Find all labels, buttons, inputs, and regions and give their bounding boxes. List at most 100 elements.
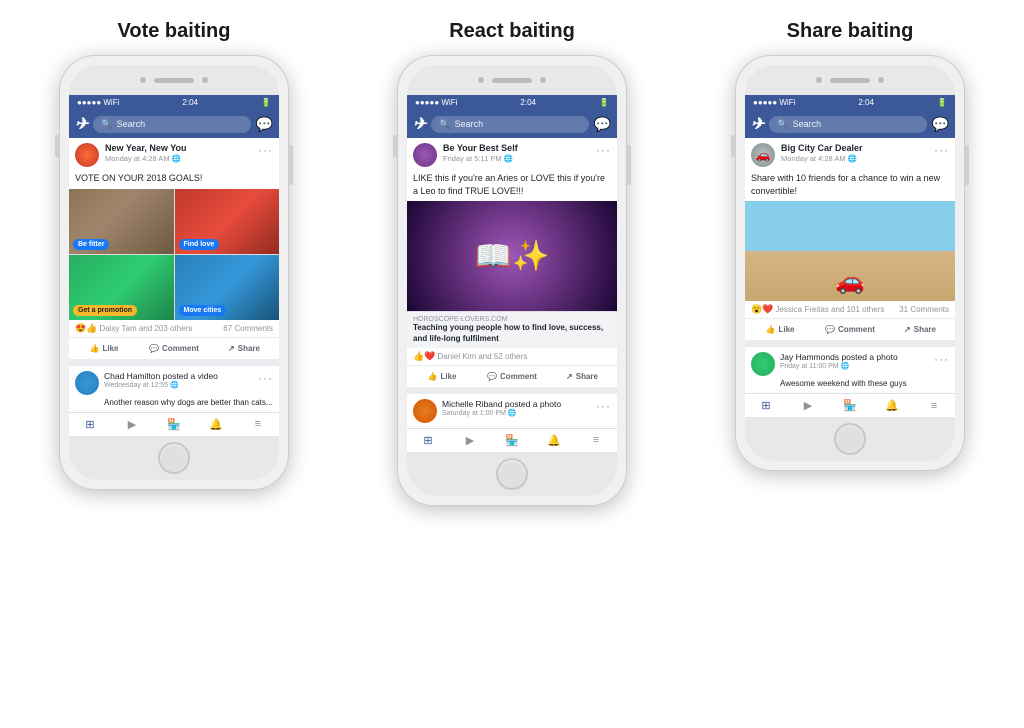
post-more-2[interactable]: ···	[596, 143, 611, 157]
reaction-names-2: Daniel Kim and 52 others	[437, 352, 527, 361]
label-promotion[interactable]: Get a promotion	[73, 305, 137, 316]
phone-screen-1: ●●●●● WiFi 2:04 🔋 ✈ 🔍 Search	[69, 95, 279, 436]
post-author-3: Big City Car Dealer	[781, 143, 928, 154]
post-image-grid-1: Be fitter Find love Get a promotion	[69, 189, 279, 320]
link-domain: HOROSCOPE-LOVERS.COM	[413, 316, 611, 323]
search-bar-3[interactable]: 🔍 Search	[769, 116, 926, 133]
messenger-icon-3[interactable]: 💬	[932, 116, 949, 133]
avatar-newyear	[75, 143, 99, 167]
post-more-1[interactable]: ···	[258, 143, 273, 157]
reaction-names-3: Jessica Freitas and 101 others	[775, 305, 884, 314]
post-1: New Year, New You Monday at 4:28 AM 🌐 ··…	[69, 138, 279, 366]
link-title: Teaching young people how to find love, …	[413, 323, 611, 344]
nav-marketplace-3[interactable]: 🏪	[829, 399, 871, 412]
secondary-post-2: Michelle Riband posted a photo Saturday …	[407, 394, 617, 428]
nav-menu-1[interactable]: ≡	[237, 418, 279, 431]
nav-notif-2[interactable]: 🔔	[533, 434, 575, 447]
time-3: 2:04	[858, 98, 874, 107]
home-button-3[interactable]	[834, 423, 866, 455]
post-author-2: Be Your Best Self	[443, 143, 590, 154]
home-button-1[interactable]	[158, 442, 190, 474]
secondary-post-1: Chad Hamilton posted a video Wednesday a…	[69, 366, 279, 412]
secondary-post-header-3: Jay Hammonds posted a photo Friday at 11…	[751, 352, 949, 376]
bottom-nav-1: ⊞ ▶ 🏪 🔔 ≡	[69, 412, 279, 436]
status-bar-1: ●●●●● WiFi 2:04 🔋	[69, 95, 279, 110]
like-button-2[interactable]: 👍 Like	[407, 368, 477, 385]
share-button-2[interactable]: ↗ Share	[547, 368, 617, 385]
messenger-icon-2[interactable]: 💬	[594, 116, 611, 133]
home-button-2[interactable]	[496, 458, 528, 490]
fb-logo-1: ✈	[75, 114, 88, 134]
secondary-more-1[interactable]: ···	[258, 371, 273, 385]
phone-shell-1: ●●●●● WiFi 2:04 🔋 ✈ 🔍 Search	[59, 55, 289, 490]
share-icon-2: ↗	[566, 372, 573, 381]
nav-video-3[interactable]: ▶	[787, 399, 829, 412]
comment-button-1[interactable]: 💬 Comment	[139, 340, 209, 357]
share-icon-1: ↗	[228, 344, 235, 353]
nav-home-3[interactable]: ⊞	[745, 399, 787, 412]
search-bar-1[interactable]: 🔍 Search	[93, 116, 250, 133]
grid-cell-love: Find love	[175, 189, 280, 254]
phone-shell-2: ●●●●● WiFi 2:04 🔋 ✈ 🔍 Search 💬	[397, 55, 627, 506]
nav-notif-1[interactable]: 🔔	[195, 418, 237, 431]
avatar-jay	[751, 352, 775, 376]
secondary-time-3: Friday at 11:00 PM 🌐	[780, 362, 929, 370]
label-find-love[interactable]: Find love	[179, 239, 220, 250]
post-text-1: VOTE ON YOUR 2018 GOALS!	[69, 172, 279, 189]
battery-1: 🔋	[261, 98, 271, 107]
like-icon-2: 👍	[428, 372, 438, 381]
nav-menu-2[interactable]: ≡	[575, 434, 617, 447]
phone-top-bar-3	[745, 65, 955, 95]
phone-top-bar-1	[69, 65, 279, 95]
messenger-icon-1[interactable]: 💬	[256, 116, 273, 133]
nav-video-2[interactable]: ▶	[449, 434, 491, 447]
post-time-1: Monday at 4:28 AM 🌐	[105, 154, 252, 163]
grid-cell-fitness: Be fitter	[69, 189, 174, 254]
like-icon-1: 👍	[90, 344, 100, 353]
vote-baiting-section: Vote baiting ●●●●● WiFi 2:04	[10, 20, 338, 490]
phone-screen-3: ●●●●● WiFi 2:04 🔋 ✈ 🔍 Search 💬	[745, 95, 955, 417]
comment-count-3: 31 Comments	[899, 305, 949, 314]
secondary-post-header-1: Chad Hamilton posted a video Wednesday a…	[75, 371, 273, 395]
reaction-icons-3: 😮❤️ Jessica Freitas and 101 others	[751, 304, 884, 315]
search-bar-2[interactable]: 🔍 Search	[431, 116, 588, 133]
label-be-fitter[interactable]: Be fitter	[73, 239, 109, 250]
secondary-time-2: Saturday at 1:00 PM 🌐	[442, 409, 591, 417]
post-time-3: Monday at 4:28 AM 🌐	[781, 154, 928, 163]
like-button-1[interactable]: 👍 Like	[69, 340, 139, 357]
react-baiting-section: React baiting ●●●●● WiFi 2:04 🔋 ✈	[348, 20, 676, 506]
car-emoji: 🚗	[835, 267, 865, 296]
fb-logo-3: ✈	[751, 114, 764, 134]
comment-icon-1: 💬	[149, 344, 159, 353]
nav-home-1[interactable]: ⊞	[69, 418, 111, 431]
secondary-more-2[interactable]: ···	[596, 399, 611, 413]
speaker-1	[154, 78, 194, 83]
nav-marketplace-1[interactable]: 🏪	[153, 418, 195, 431]
secondary-more-3[interactable]: ···	[934, 352, 949, 366]
share-button-3[interactable]: ↗ Share	[885, 321, 955, 338]
post-header-2: Be Your Best Self Friday at 5:11 PM 🌐 ··…	[407, 138, 617, 172]
reaction-emojis-2: 👍❤️	[413, 351, 435, 362]
label-move-cities[interactable]: Move cities	[179, 305, 227, 316]
secondary-text-1: Another reason why dogs are better than …	[75, 395, 273, 407]
nav-marketplace-2[interactable]: 🏪	[491, 434, 533, 447]
nav-home-2[interactable]: ⊞	[407, 434, 449, 447]
phone-inner-1: ●●●●● WiFi 2:04 🔋 ✈ 🔍 Search	[69, 65, 279, 480]
status-bar-2: ●●●●● WiFi 2:04 🔋	[407, 95, 617, 110]
status-left-1: ●●●●● WiFi	[77, 98, 119, 107]
comment-button-3[interactable]: 💬 Comment	[815, 321, 885, 338]
reaction-names-1: Daisy Tam and 203 others	[99, 324, 192, 333]
secondary-author-3: Jay Hammonds posted a photo	[780, 352, 929, 362]
share-button-1[interactable]: ↗ Share	[209, 340, 279, 357]
like-button-3[interactable]: 👍 Like	[745, 321, 815, 338]
comment-button-2[interactable]: 💬 Comment	[477, 368, 547, 385]
post-more-3[interactable]: ···	[934, 143, 949, 157]
nav-video-1[interactable]: ▶	[111, 418, 153, 431]
search-icon-2: 🔍	[439, 119, 450, 130]
nav-menu-3[interactable]: ≡	[913, 399, 955, 412]
status-time-1: 2:04	[182, 98, 198, 107]
nav-notif-3[interactable]: 🔔	[871, 399, 913, 412]
secondary-post-3: Jay Hammonds posted a photo Friday at 11…	[745, 347, 955, 393]
camera-dot-2	[202, 77, 208, 83]
post-2: Be Your Best Self Friday at 5:11 PM 🌐 ··…	[407, 138, 617, 394]
